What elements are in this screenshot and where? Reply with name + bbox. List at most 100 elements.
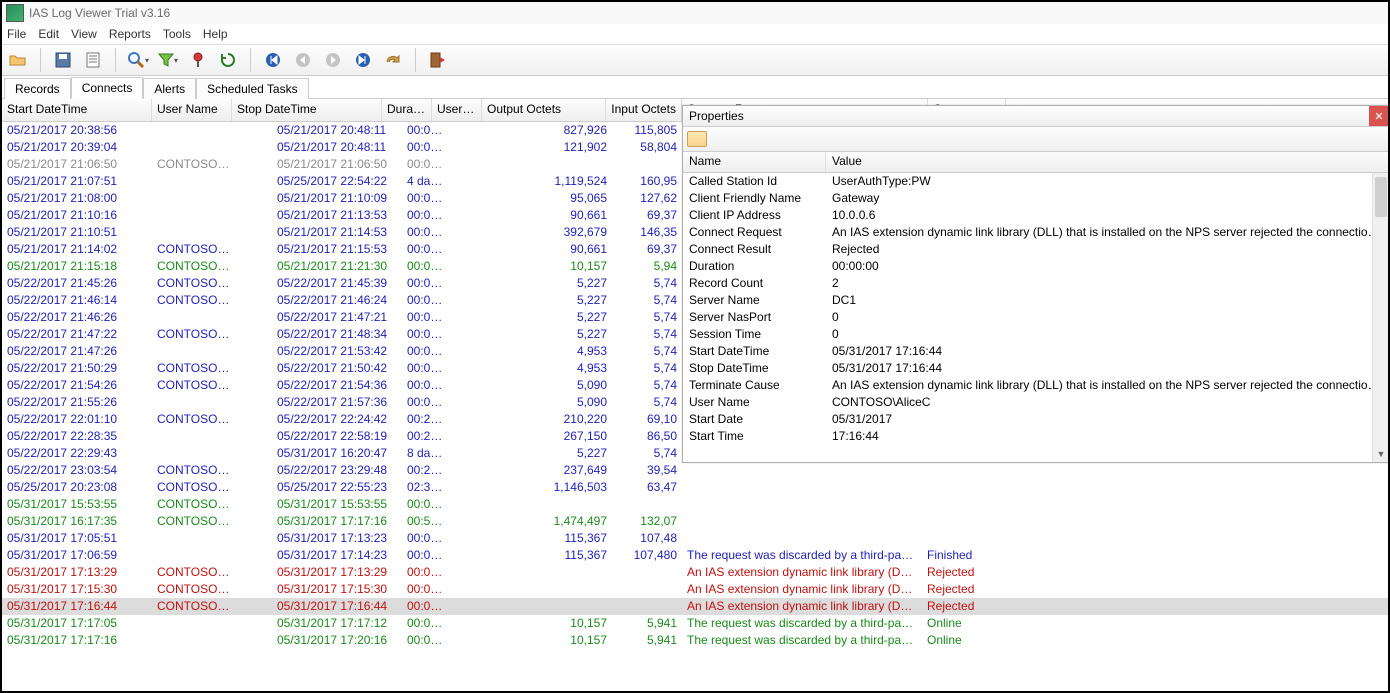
cell: 05/31/2017 17:14:23 (272, 547, 402, 564)
cell: 10,157 (512, 258, 612, 275)
property-row[interactable]: Duration00:00:00 (683, 258, 1388, 275)
property-row[interactable]: Called Station IdUserAuthType:PW (683, 173, 1388, 190)
cell: 05/25/2017 22:54:22 (272, 173, 402, 190)
save-button[interactable] (51, 48, 75, 72)
prop-col-value[interactable]: Value (826, 152, 1388, 172)
col-user-name[interactable]: User Name (152, 99, 232, 121)
menu-view[interactable]: View (71, 27, 97, 41)
property-row[interactable]: User NameCONTOSO\AliceC (683, 394, 1388, 411)
table-row[interactable]: 05/22/2017 23:03:54CONTOSO\AliceC05/22/2… (2, 462, 1388, 479)
cell: 5,74 (612, 394, 682, 411)
cell (452, 530, 512, 547)
cell (236, 190, 272, 207)
table-row[interactable]: 05/31/2017 17:06:5905/31/2017 17:14:2300… (2, 547, 1388, 564)
cell (236, 258, 272, 275)
cell: 05/22/2017 21:46:14 (2, 292, 152, 309)
prop-col-name[interactable]: Name (683, 152, 826, 172)
property-row[interactable]: Connect RequestAn IAS extension dynamic … (683, 224, 1388, 241)
property-value: 2 (826, 275, 1388, 292)
cell (922, 479, 1000, 496)
table-row[interactable]: 05/31/2017 17:13:29CONTOSO\AliceC05/31/2… (2, 564, 1388, 581)
property-row[interactable]: Start DateTime05/31/2017 17:16:44 (683, 343, 1388, 360)
search-button[interactable]: ▾ (126, 48, 150, 72)
cell: 00:02:10 (402, 394, 452, 411)
table-row[interactable]: 05/31/2017 17:05:5105/31/2017 17:13:2300… (2, 530, 1388, 547)
scroll-thumb[interactable] (1375, 177, 1387, 217)
table-row[interactable]: 05/31/2017 17:15:30CONTOSO\AliceC05/31/2… (2, 581, 1388, 598)
nav-prev-button[interactable] (291, 48, 315, 72)
table-row[interactable]: 05/31/2017 17:16:44CONTOSO\AliceC05/31/2… (2, 598, 1388, 615)
menu-edit[interactable]: Edit (38, 27, 59, 41)
nav-first-button[interactable] (261, 48, 285, 72)
property-name: Connect Request (683, 224, 826, 241)
property-value: 05/31/2017 17:16:44 (826, 343, 1388, 360)
cell: 4,953 (512, 343, 612, 360)
property-row[interactable]: Terminate CauseAn IAS extension dynamic … (683, 377, 1388, 394)
nav-last-button[interactable] (351, 48, 375, 72)
table-row[interactable]: 05/31/2017 15:53:55CONTOSO\AliceC05/31/2… (2, 496, 1388, 513)
scroll-down-icon[interactable]: ▼ (1373, 446, 1388, 462)
properties-scrollbar[interactable]: ▲ ▼ (1372, 173, 1388, 462)
report-button[interactable] (81, 48, 105, 72)
cell (452, 479, 512, 496)
property-row[interactable]: Client IP Address10.0.0.6 (683, 207, 1388, 224)
menu-bar: File Edit View Reports Tools Help (2, 24, 1388, 44)
property-row[interactable]: Server NasPort0 (683, 309, 1388, 326)
tab-connects[interactable]: Connects (71, 77, 144, 99)
cell (152, 190, 236, 207)
table-row[interactable]: 05/31/2017 17:17:1605/31/2017 17:20:1600… (2, 632, 1388, 649)
cell: 146,35 (612, 224, 682, 241)
cell: 05/21/2017 21:10:51 (2, 224, 152, 241)
property-row[interactable]: Stop DateTime05/31/2017 17:16:44 (683, 360, 1388, 377)
menu-help[interactable]: Help (203, 27, 228, 41)
tab-records[interactable]: Records (4, 78, 71, 99)
nav-next-button[interactable] (321, 48, 345, 72)
table-row[interactable]: 05/31/2017 16:17:35CONTOSO\AliceC05/31/2… (2, 513, 1388, 530)
tab-scheduled-tasks[interactable]: Scheduled Tasks (196, 78, 309, 99)
cell: 86,50 (612, 428, 682, 445)
cell (452, 564, 512, 581)
property-row[interactable]: Client Friendly NameGateway (683, 190, 1388, 207)
cell: 90,661 (512, 207, 612, 224)
cell: 05/31/2017 17:15:30 (272, 581, 402, 598)
col-stop-datetime[interactable]: Stop DateTime (232, 99, 382, 121)
cell: 05/31/2017 17:20:16 (272, 632, 402, 649)
property-row[interactable]: Record Count2 (683, 275, 1388, 292)
cell (236, 173, 272, 190)
col-start-datetime[interactable]: Start DateTime (2, 99, 152, 121)
col-duration[interactable]: Duration (382, 99, 432, 121)
menu-reports[interactable]: Reports (109, 27, 151, 41)
cell: 00:25:54 (402, 462, 452, 479)
properties-close-button[interactable]: ✕ (1369, 106, 1388, 126)
property-row[interactable]: Connect ResultRejected (683, 241, 1388, 258)
properties-title-bar[interactable]: Properties ✕ (683, 106, 1388, 127)
cell (152, 632, 236, 649)
cell: 5,227 (512, 445, 612, 462)
property-row[interactable]: Start Date05/31/2017 (683, 411, 1388, 428)
filter-button[interactable]: ▾ (156, 48, 180, 72)
property-row[interactable]: Session Time0 (683, 326, 1388, 343)
categorize-icon[interactable] (687, 131, 707, 147)
cell: CONTOSO\AliceC (152, 360, 236, 377)
tab-alerts[interactable]: Alerts (143, 78, 196, 99)
pin-button[interactable] (186, 48, 210, 72)
cell: CONTOSO\AliceC (152, 275, 236, 292)
property-row[interactable]: Start Time17:16:44 (683, 428, 1388, 445)
menu-tools[interactable]: Tools (163, 27, 191, 41)
cell (236, 224, 272, 241)
col-input-octets[interactable]: Input Octets (606, 99, 682, 121)
exit-button[interactable] (426, 48, 450, 72)
col-output-octets[interactable]: Output Octets (482, 99, 606, 121)
open-folder-button[interactable] (6, 48, 30, 72)
property-value: 05/31/2017 (826, 411, 1388, 428)
table-row[interactable]: 05/25/2017 20:23:08CONTOSO\AliceC05/25/2… (2, 479, 1388, 496)
col-user-ip[interactable]: User IP (432, 99, 482, 121)
cell: 95,065 (512, 190, 612, 207)
properties-body[interactable]: Called Station IdUserAuthType:PWClient F… (683, 173, 1388, 462)
menu-file[interactable]: File (7, 27, 26, 41)
table-row[interactable]: 05/31/2017 17:17:0505/31/2017 17:17:1200… (2, 615, 1388, 632)
property-row[interactable]: Server NameDC1 (683, 292, 1388, 309)
cell: CONTOSO\AliceC (152, 326, 236, 343)
refresh-button[interactable] (216, 48, 240, 72)
redo-button[interactable] (381, 48, 405, 72)
